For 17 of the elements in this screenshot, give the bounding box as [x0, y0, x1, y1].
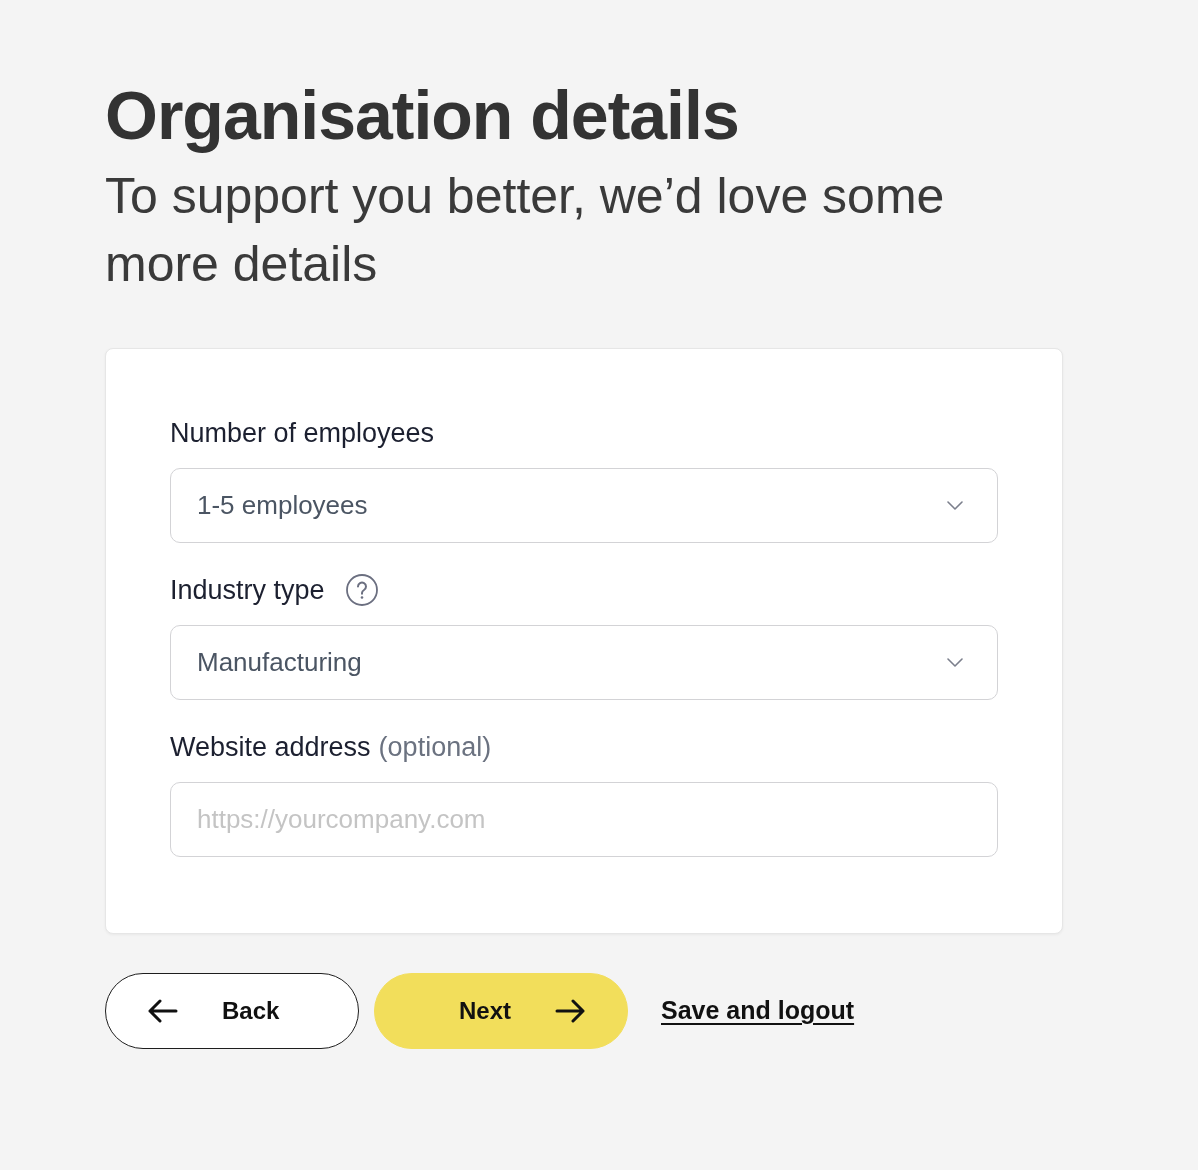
- next-button[interactable]: Next: [374, 972, 628, 1049]
- dropdown-field[interactable]: 1-5 employees: [170, 467, 998, 543]
- page-title: Organisation details: [105, 78, 739, 153]
- dropdown-field[interactable]: Manufacturing: [170, 624, 998, 700]
- field-label: Industry type: [170, 573, 325, 606]
- optional-note: (optional): [378, 730, 492, 763]
- field-label: Number of employees: [170, 416, 435, 449]
- arrow-left-icon: [148, 998, 178, 1023]
- chevron-down-icon: [947, 500, 963, 510]
- input-field[interactable]: https://yourcompany.com: [170, 781, 998, 857]
- help-icon[interactable]: [345, 573, 378, 606]
- save-and-logout-link[interactable]: Save and logout: [661, 996, 855, 1026]
- field-label: Website address: [170, 730, 371, 763]
- back-button[interactable]: Back: [105, 972, 359, 1049]
- page-subtitle: To support you better, we’d love some more details: [105, 166, 946, 294]
- chevron-down-icon: [947, 657, 963, 667]
- arrow-right-icon: [555, 998, 585, 1023]
